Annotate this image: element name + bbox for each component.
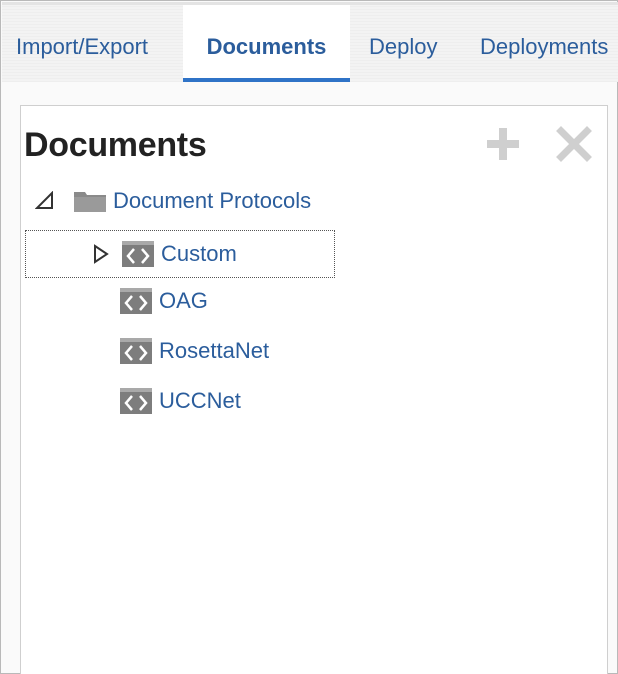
- tree-node-label: RosettaNet: [159, 338, 270, 363]
- folder-icon: [74, 192, 106, 212]
- tree-node-document-protocols[interactable]: Document Protocols: [35, 181, 311, 221]
- protocol-icon: [120, 388, 152, 414]
- protocol-icon: [120, 288, 152, 314]
- tree-node-oag[interactable]: OAG: [119, 281, 208, 321]
- tree-node-label: Document Protocols: [113, 188, 312, 213]
- tab-documents[interactable]: Documents: [183, 5, 350, 82]
- protocol-icon: [122, 241, 154, 267]
- panel-title: Documents: [24, 126, 207, 164]
- documents-panel: Documents Document Protocols Custom OAG …: [20, 105, 608, 674]
- tab-deploy[interactable]: Deploy: [369, 5, 437, 82]
- tree-node-label: UCCNet: [159, 388, 241, 413]
- tree-node-rosettanet[interactable]: RosettaNet: [119, 331, 269, 371]
- tab-import-export[interactable]: Import/Export: [16, 5, 148, 82]
- remove-button[interactable]: [556, 126, 592, 162]
- tree-node-custom[interactable]: Custom: [25, 230, 335, 278]
- tree-node-label: Custom: [161, 241, 237, 266]
- protocol-icon: [120, 338, 152, 364]
- collapse-triangle-icon[interactable]: [35, 191, 55, 211]
- close-icon: [556, 126, 592, 162]
- tab-bar: Import/Export Documents Deploy Deploymen…: [2, 2, 618, 82]
- tree-node-label: OAG: [159, 288, 208, 313]
- tab-deployments[interactable]: Deployments: [480, 5, 608, 82]
- plus-icon: [487, 128, 519, 160]
- app-window: Import/Export Documents Deploy Deploymen…: [0, 0, 618, 674]
- tree-node-uccnet[interactable]: UCCNet: [119, 381, 241, 421]
- add-button[interactable]: [485, 126, 521, 162]
- expand-triangle-icon[interactable]: [91, 244, 111, 264]
